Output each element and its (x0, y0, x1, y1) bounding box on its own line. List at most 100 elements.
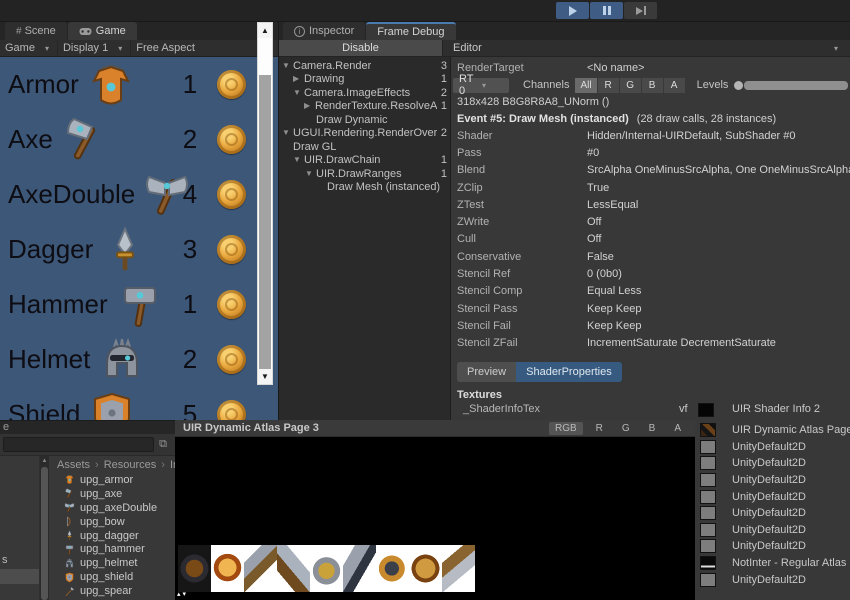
asset-item[interactable]: upg_helmet (49, 556, 175, 570)
texture-list-item[interactable]: UnityDefault2D (695, 522, 850, 539)
texture-list-item[interactable]: UnityDefault2D (695, 472, 850, 489)
scroll-up-icon[interactable] (258, 23, 272, 38)
target-dropdown[interactable]: Editor (442, 40, 850, 56)
selected-folder-row[interactable] (0, 569, 39, 584)
levels-slider[interactable] (734, 81, 848, 90)
asset-item[interactable]: upg_spear (49, 584, 175, 598)
tree-item[interactable]: UGUI.Rendering.RenderOverla 2 (279, 127, 450, 141)
aspect-dropdown[interactable]: Free Aspect (130, 40, 203, 56)
asset-item[interactable]: upg_shield (49, 570, 175, 584)
scrollbar-thumb[interactable] (41, 467, 48, 600)
scrollbar-thumb[interactable] (259, 75, 271, 370)
tree-item[interactable]: RenderTexture.ResolveA 1 (279, 100, 450, 114)
sprite-tile (343, 545, 376, 592)
step-button[interactable] (624, 2, 657, 19)
atlas-preview-window: UIR Dynamic Atlas Page 3 RGBRGBA (175, 420, 695, 600)
open-search-window-icon[interactable] (154, 438, 172, 451)
tree-item[interactable]: Drawing 1 (279, 73, 450, 87)
property-row: Stencil Pass Keep Keep (451, 300, 850, 317)
search-input[interactable] (3, 437, 154, 452)
texture-list-item[interactable]: UnityDefault2D (695, 538, 850, 555)
item-price: 2 (178, 344, 202, 375)
breadcrumb-segment[interactable]: Resources (90, 459, 156, 471)
pause-button[interactable] (590, 2, 623, 19)
coin-icon (217, 345, 246, 374)
tree-item[interactable]: Draw Dynamic (279, 113, 450, 127)
disclosure-triangle-icon[interactable] (305, 170, 316, 178)
slider-knob[interactable] (734, 81, 743, 90)
item-name: Shield (8, 399, 80, 420)
disclosure-triangle-icon[interactable] (293, 89, 304, 97)
item-name: AxeDouble (8, 179, 135, 210)
texture-thumbnail (700, 456, 716, 470)
sprite-tile (442, 545, 475, 592)
breadcrumb-segment[interactable]: Inv (156, 459, 175, 471)
preview-button[interactable]: Preview (457, 362, 516, 382)
asset-item[interactable]: upg_armor (49, 473, 175, 487)
property-row: Conservative False (451, 248, 850, 265)
scroll-down-icon[interactable] (258, 369, 272, 384)
event-summary: Event #5: Draw Mesh (instanced) (28 draw… (451, 111, 850, 127)
project-scrollbar[interactable] (40, 456, 49, 600)
shop-item-row: Shield 5 (0, 387, 278, 420)
tree-item[interactable]: Draw Mesh (instanced) (279, 181, 450, 195)
channel-button[interactable]: A (668, 422, 687, 435)
tab-scene-label: Scene (25, 25, 56, 37)
texture-list-item[interactable]: UnityDefault2D (695, 439, 850, 456)
play-button[interactable] (556, 2, 589, 19)
tree-item[interactable]: UIR.DrawChain 1 (279, 154, 450, 168)
disable-button[interactable]: Disable (279, 40, 442, 56)
item-price: 5 (178, 399, 202, 420)
texture-list-item[interactable]: UnityDefault2D (695, 571, 850, 588)
tree-item[interactable]: Camera.Render 3 (279, 59, 450, 73)
sprite-tile (376, 545, 409, 592)
texture-list-item[interactable]: UnityDefault2D (695, 488, 850, 505)
channel-button[interactable]: B (642, 78, 663, 93)
asset-item[interactable]: upg_hammer (49, 542, 175, 556)
event-title: Event #5: Draw Mesh (instanced) (457, 113, 629, 125)
tab-game[interactable]: Game (68, 22, 137, 40)
tab-inspector[interactable]: Inspector (283, 22, 365, 40)
channel-button[interactable]: R (590, 422, 609, 435)
coin-icon (217, 70, 246, 99)
asset-icon (64, 572, 75, 583)
game-scrollbar[interactable] (257, 22, 273, 385)
disclosure-triangle-icon[interactable] (304, 102, 315, 110)
disclosure-triangle-icon[interactable] (293, 75, 304, 83)
channel-button[interactable]: RGB (549, 422, 583, 435)
channel-button[interactable]: G (620, 78, 641, 93)
frame-debug-toolbar: Disable Editor (279, 40, 850, 57)
game-mode-dropdown[interactable]: Game (0, 40, 57, 56)
asset-item[interactable]: upg_axeDouble (49, 501, 175, 515)
breadcrumb-segment[interactable]: Assets (57, 459, 90, 471)
texture-list-item[interactable]: UnityDefault2D (695, 455, 850, 472)
tab-scene[interactable]: Scene (5, 22, 67, 40)
sprite-tile (244, 545, 277, 592)
scroll-up-icon[interactable] (42, 456, 48, 466)
disclosure-triangle-icon[interactable] (282, 129, 293, 137)
texture-list-item[interactable]: UIR Dynamic Atlas Page (695, 422, 850, 439)
shader-properties-button[interactable]: ShaderProperties (516, 362, 622, 382)
property-row: Blend SrcAlpha OneMinusSrcAlpha, One One… (451, 162, 850, 179)
shop-item-row: Armor 1 (0, 57, 278, 112)
rt-dropdown[interactable]: RT 0 (453, 78, 509, 93)
tab-frame-debug[interactable]: Frame Debug (366, 22, 455, 40)
texture-list-item[interactable]: UnityDefault2D (695, 505, 850, 522)
display-dropdown[interactable]: Display 1 (57, 40, 130, 56)
atlas-window-titlebar[interactable]: UIR Dynamic Atlas Page 3 RGBRGBA (175, 420, 695, 437)
tree-item[interactable]: Camera.ImageEffects 2 (279, 86, 450, 100)
tree-item[interactable]: Draw GL (279, 140, 450, 154)
channel-button[interactable]: All (575, 78, 596, 93)
texture-list-item[interactable]: NotInter - Regular Atlas (695, 555, 850, 572)
channel-button[interactable]: B (643, 422, 662, 435)
channel-button[interactable]: A (664, 78, 685, 93)
asset-item[interactable]: upg_dagger (49, 529, 175, 543)
disclosure-triangle-icon[interactable] (293, 156, 304, 164)
asset-item[interactable]: upg_bow (49, 515, 175, 529)
channel-button[interactable]: G (616, 422, 636, 435)
channel-button[interactable]: R (598, 78, 619, 93)
asset-item[interactable]: upg_axe (49, 487, 175, 501)
project-search-row (0, 434, 175, 456)
disclosure-triangle-icon[interactable] (282, 62, 293, 70)
tree-item[interactable]: UIR.DrawRanges 1 (279, 167, 450, 181)
